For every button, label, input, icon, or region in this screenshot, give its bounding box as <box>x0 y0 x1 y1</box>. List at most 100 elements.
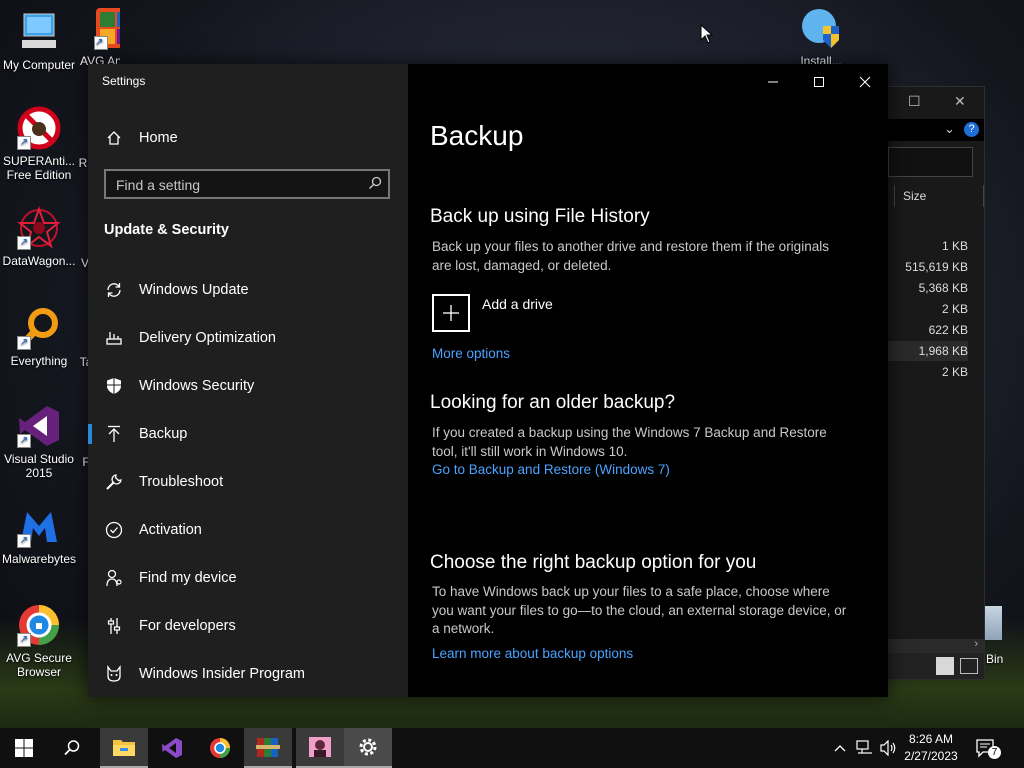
nav-item-label: For developers <box>139 618 236 634</box>
section-title: Update & Security <box>104 222 229 238</box>
close-button[interactable] <box>850 72 880 92</box>
add-drive-button[interactable] <box>432 294 470 332</box>
delivery-optimization-icon <box>104 329 124 347</box>
sync-icon <box>104 281 124 299</box>
shortcut-arrow-icon: ↗ <box>17 534 31 548</box>
shortcut-arrow-icon: ↗ <box>17 236 31 250</box>
taskbar-clock[interactable]: 8:26 AM 2/27/2023 <box>896 731 966 765</box>
nav-windows-insider-program[interactable]: Windows Insider Program <box>88 654 408 694</box>
secure-browser-icon: ↗ <box>17 603 61 647</box>
desktop-icon-avg-secure-browser[interactable]: ↗ AVG Secure Browser <box>0 603 78 679</box>
desktop-icon-label: DataWagon... <box>2 254 76 268</box>
taskbar-image-app[interactable] <box>296 728 344 768</box>
plus-icon <box>443 305 459 321</box>
file-history-description: Back up your files to another drive and … <box>432 239 829 273</box>
taskbar-search-button[interactable] <box>48 728 96 768</box>
secure-browser-icon <box>210 738 230 758</box>
file-explorer-window[interactable]: ☐ ✕ ⌄ ? Size 1 KB 515,619 KB 5,368 KB 2 … <box>885 86 985 680</box>
desktop-icon-superantispyware[interactable]: ↗ SUPERAnti... Free Edition <box>0 106 78 182</box>
older-backup-description: If you created a backup using the Window… <box>432 425 827 459</box>
maximize-icon[interactable]: ☐ <box>908 93 921 110</box>
search-input[interactable] <box>114 175 358 195</box>
horizontal-scrollbar[interactable]: › <box>886 638 984 653</box>
recycle-bin-icon <box>984 606 1002 640</box>
chevron-right-icon[interactable]: › <box>974 638 978 650</box>
backup-and-restore-link[interactable]: Go to Backup and Restore (Windows 7) <box>432 462 670 477</box>
start-button[interactable] <box>0 728 48 768</box>
desktop-icon-label: Bin <box>986 652 1004 666</box>
nav-home[interactable]: Home <box>88 124 408 152</box>
nav-windows-security[interactable]: Windows Security <box>88 366 408 406</box>
nav-backup[interactable]: Backup <box>88 414 408 454</box>
nav-item-label: Find my device <box>139 570 237 586</box>
nav-home-label: Home <box>139 130 178 146</box>
nav-find-my-device[interactable]: Find my device <box>88 558 408 598</box>
installer-shield-icon <box>799 6 843 50</box>
more-options-link[interactable]: More options <box>432 346 510 361</box>
desktop-icon-label: Visual Studio 2015 <box>4 452 74 480</box>
wrench-icon <box>104 473 124 491</box>
action-center-button[interactable]: 7 <box>970 728 1002 768</box>
nav-troubleshoot[interactable]: Troubleshoot <box>88 462 408 502</box>
shortcut-arrow-icon: ↗ <box>17 434 31 448</box>
explorer-search-input[interactable] <box>888 147 973 177</box>
large-icons-view-icon[interactable] <box>960 658 978 674</box>
network-button[interactable] <box>854 728 876 768</box>
desktop-icon-recycle-bin[interactable]: Bin <box>984 606 1024 666</box>
desktop-icon-label: My Computer <box>2 58 76 72</box>
find-setting-search[interactable] <box>104 169 390 199</box>
nav-delivery-optimization[interactable]: Delivery Optimization <box>88 318 408 358</box>
taskbar-secure-browser[interactable] <box>196 728 244 768</box>
desktop-icon-visual-studio[interactable]: ↗ Visual Studio 2015 <box>0 404 78 480</box>
computer-icon <box>17 10 61 54</box>
desktop-icon-malwarebytes[interactable]: ↗ Malwarebytes <box>0 504 78 566</box>
window-title: Settings <box>102 74 146 88</box>
desktop-icon-installer[interactable]: Install... <box>782 6 860 64</box>
network-icon <box>856 740 872 754</box>
learn-more-link[interactable]: Learn more about backup options <box>432 646 633 661</box>
search-icon[interactable] <box>368 176 382 195</box>
size-column-header[interactable]: Size <box>894 185 984 207</box>
mouse-cursor-icon <box>700 24 714 44</box>
desktop-icon-my-computer[interactable]: My Computer <box>0 10 78 72</box>
desktop-icon-avg-antivirus[interactable]: ↗ AVG AntiV... <box>80 6 120 68</box>
check-circle-icon <box>104 521 124 539</box>
desktop-icon-label: AVG Secure Browser <box>6 651 72 679</box>
nav-for-developers[interactable]: For developers <box>88 606 408 646</box>
file-size: 2 KB <box>941 302 968 316</box>
minimize-button[interactable] <box>758 72 788 92</box>
maximize-button[interactable] <box>804 72 834 92</box>
shield-icon <box>104 377 124 395</box>
desktop-icon-datawagon[interactable]: ↗ DataWagon... <box>0 206 78 268</box>
taskbar-file-explorer[interactable] <box>100 728 148 768</box>
settings-window[interactable]: Settings Home Update & Security Windows … <box>88 64 888 697</box>
add-drive-label[interactable]: Add a drive <box>482 296 553 312</box>
desktop-icon-everything[interactable]: ↗ Everything <box>0 306 78 368</box>
notification-count-badge: 7 <box>988 746 1001 759</box>
datawagon-star-icon: ↗ <box>17 206 61 250</box>
help-icon[interactable]: ? <box>964 122 979 137</box>
file-history-heading: Back up using File History <box>430 206 650 227</box>
desktop-icon-label: Malwarebytes <box>1 552 77 566</box>
shortcut-arrow-icon: ↗ <box>94 36 108 50</box>
settings-sidebar: Settings Home Update & Security Windows … <box>88 64 408 697</box>
taskbar-settings[interactable] <box>344 728 392 768</box>
show-hidden-icons-button[interactable] <box>830 728 850 768</box>
home-icon <box>104 130 124 146</box>
chevron-down-icon[interactable]: ⌄ <box>944 121 955 137</box>
clock-time: 8:26 AM <box>908 732 954 746</box>
picture-icon <box>309 737 331 757</box>
nav-activation[interactable]: Activation <box>88 510 408 550</box>
insider-cat-icon <box>104 665 124 683</box>
person-pin-icon <box>104 569 124 587</box>
file-size: 622 KB <box>928 323 968 337</box>
nav-item-label: Windows Update <box>139 282 249 298</box>
nav-item-label: Troubleshoot <box>139 474 224 490</box>
close-icon[interactable]: ✕ <box>954 93 966 110</box>
nav-windows-update[interactable]: Windows Update <box>88 270 408 310</box>
taskbar-visual-studio[interactable] <box>148 728 196 768</box>
taskbar-winrar[interactable] <box>244 728 292 768</box>
right-option-heading: Choose the right backup option for you <box>430 552 757 573</box>
file-size: 5,368 KB <box>918 281 968 295</box>
details-view-icon[interactable] <box>936 657 954 675</box>
